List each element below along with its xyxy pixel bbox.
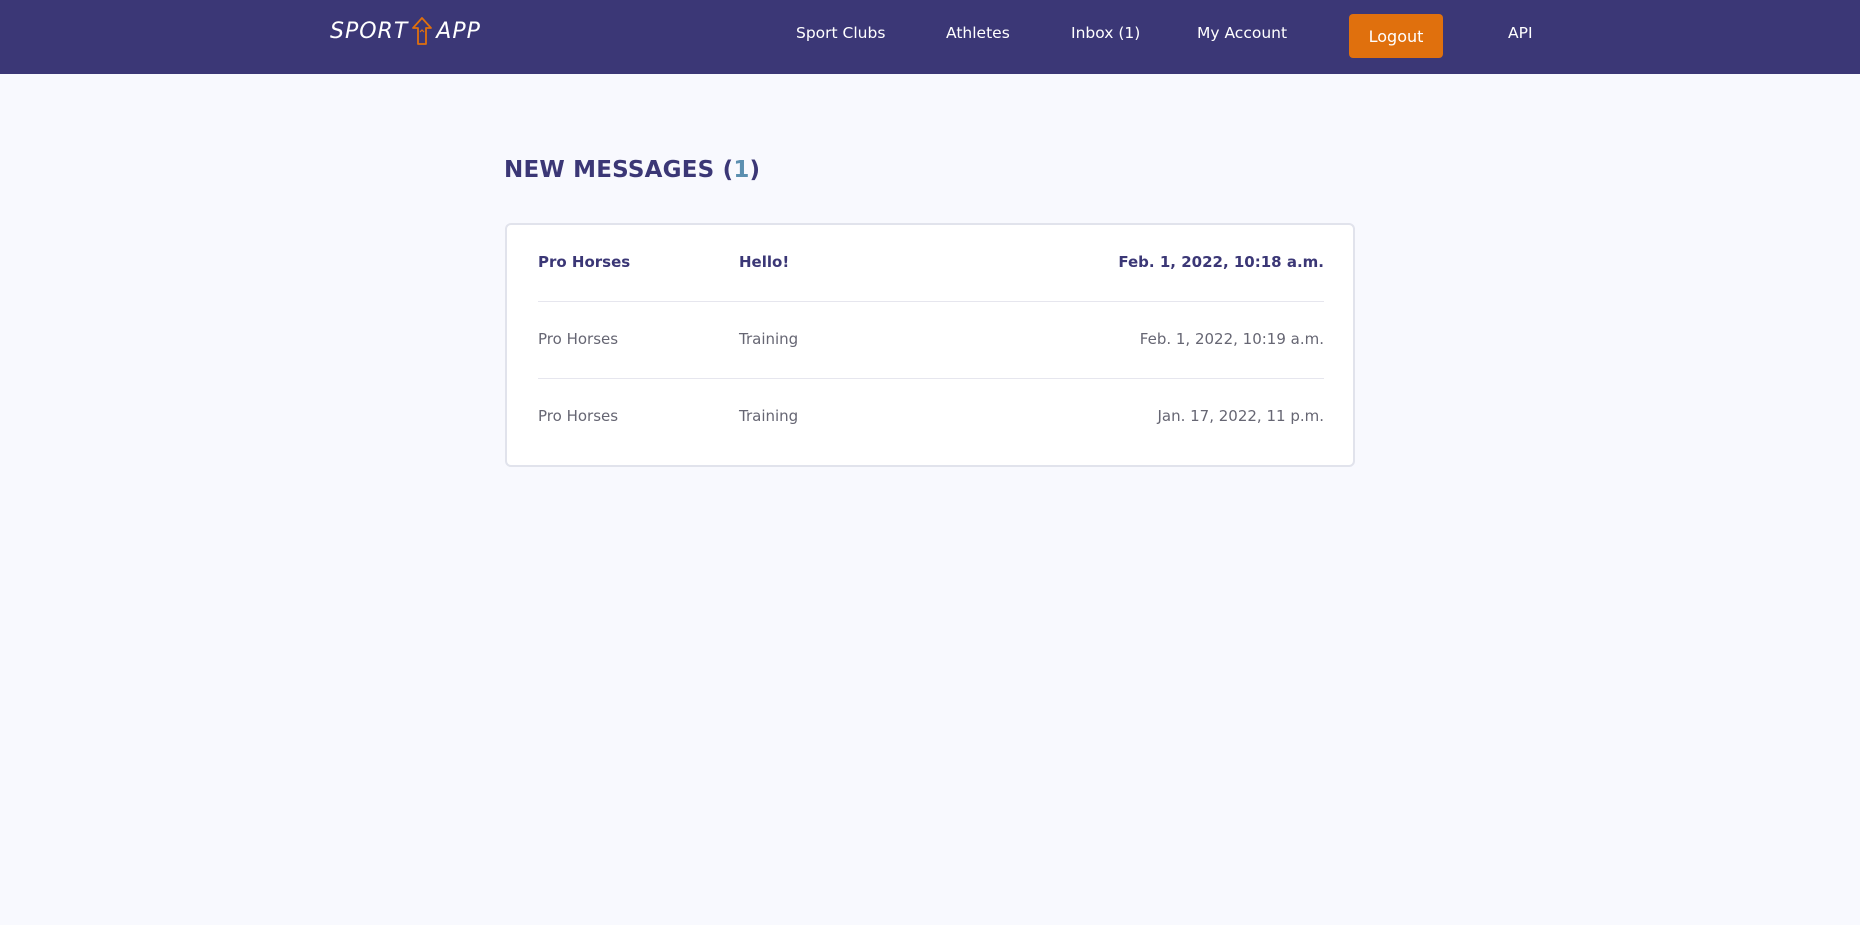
- message-subject[interactable]: Training: [739, 330, 798, 348]
- messages-list: Pro Horses Hello! Feb. 1, 2022, 10:18 a.…: [505, 223, 1355, 467]
- nav-link-api[interactable]: API: [1508, 24, 1533, 42]
- message-subject[interactable]: Hello!: [739, 253, 789, 271]
- message-sender: Pro Horses: [538, 253, 631, 271]
- new-messages-count: 1: [733, 157, 750, 183]
- message-sender: Pro Horses: [538, 330, 619, 348]
- nav-link-my-account[interactable]: My Account: [1197, 24, 1287, 42]
- arrow-up-logo-icon: [412, 17, 433, 45]
- logout-button[interactable]: Logout: [1349, 14, 1443, 58]
- page-title-close: ): [749, 157, 761, 183]
- message-row[interactable]: Pro Horses Hello! Feb. 1, 2022, 10:18 a.…: [538, 225, 1324, 302]
- message-date: Jan. 17, 2022, 11 p.m.: [1157, 407, 1324, 425]
- message-sender: Pro Horses: [538, 407, 619, 425]
- logo-text-left: SPORT: [330, 18, 409, 44]
- message-subject[interactable]: Training: [739, 407, 798, 425]
- nav-link-inbox[interactable]: Inbox (1): [1071, 24, 1140, 42]
- nav-link-athletes[interactable]: Athletes: [946, 24, 1010, 42]
- message-row[interactable]: Pro Horses Training Jan. 17, 2022, 11 p.…: [538, 379, 1324, 456]
- page-title: NEW MESSAGES (1): [504, 157, 760, 183]
- nav-link-sport-clubs[interactable]: Sport Clubs: [796, 24, 885, 42]
- message-date: Feb. 1, 2022, 10:18 a.m.: [1118, 253, 1324, 271]
- message-row[interactable]: Pro Horses Training Feb. 1, 2022, 10:19 …: [538, 302, 1324, 379]
- logo-text-right: APP: [436, 18, 481, 44]
- top-navbar: SPORT APP Sport Clubs Athletes Inbox (1)…: [0, 0, 1860, 74]
- message-date: Feb. 1, 2022, 10:19 a.m.: [1139, 330, 1324, 348]
- page-title-text: NEW MESSAGES (: [504, 157, 734, 183]
- sportapp-logo[interactable]: SPORT APP: [330, 16, 481, 46]
